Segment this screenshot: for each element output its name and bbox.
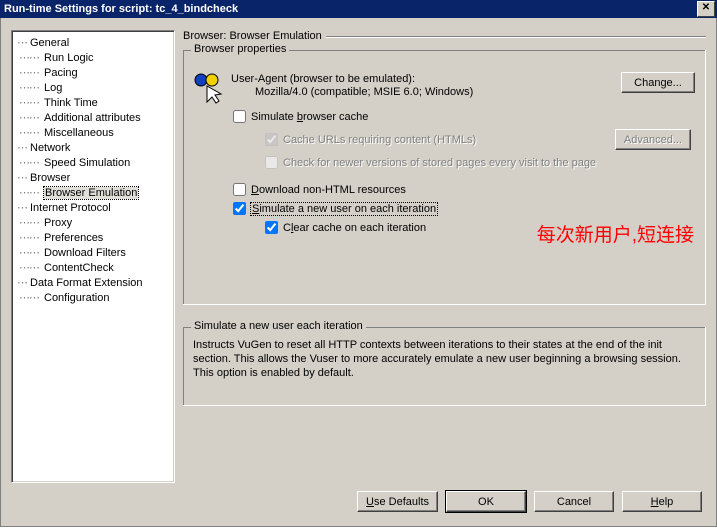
simulate-browser-cache-checkbox[interactable] bbox=[233, 110, 246, 123]
clear-cache-label[interactable]: Clear cache on each iteration bbox=[283, 222, 426, 234]
change-button[interactable]: Change... bbox=[621, 72, 695, 93]
cache-urls-label: Cache URLs requiring content (HTMLs) bbox=[283, 134, 476, 146]
use-defaults-button[interactable]: Use Defaults bbox=[357, 491, 438, 512]
browser-properties-group: Browser properties User-Agent (browser t… bbox=[183, 50, 706, 305]
info-body: Instructs VuGen to reset all HTTP contex… bbox=[193, 339, 695, 380]
click-cursor-icon bbox=[193, 72, 225, 104]
tree-browser[interactable]: ⋯Browser bbox=[14, 170, 172, 185]
clear-cache-checkbox[interactable] bbox=[265, 221, 278, 234]
titlebar: Run-time Settings for script: tc_4_bindc… bbox=[0, 0, 717, 18]
tree-run-logic[interactable]: ⋯⋯Run Logic bbox=[14, 50, 172, 65]
check-newer-label: Check for newer versions of stored pages… bbox=[283, 157, 596, 169]
tree-preferences[interactable]: ⋯⋯Preferences bbox=[14, 230, 172, 245]
tree-internet-protocol[interactable]: ⋯Internet Protocol bbox=[14, 200, 172, 215]
info-title: Simulate a new user each iteration bbox=[191, 320, 366, 332]
tree-browser-emulation[interactable]: ⋯⋯Browser Emulation bbox=[14, 185, 172, 200]
cancel-button[interactable]: Cancel bbox=[534, 491, 614, 512]
tree-proxy[interactable]: ⋯⋯Proxy bbox=[14, 215, 172, 230]
tree-additional-attributes[interactable]: ⋯⋯Additional attributes bbox=[14, 110, 172, 125]
help-button[interactable]: Help bbox=[622, 491, 702, 512]
nav-tree[interactable]: ⋯General ⋯⋯Run Logic ⋯⋯Pacing ⋯⋯Log ⋯⋯Th… bbox=[11, 30, 175, 483]
user-agent-value: Mozilla/4.0 (compatible; MSIE 6.0; Windo… bbox=[231, 86, 621, 98]
tree-log[interactable]: ⋯⋯Log bbox=[14, 80, 172, 95]
tree-configuration[interactable]: ⋯⋯Configuration bbox=[14, 290, 172, 305]
page-header: Browser: Browser Emulation bbox=[183, 30, 322, 42]
tree-think-time[interactable]: ⋯⋯Think Time bbox=[14, 95, 172, 110]
ok-button[interactable]: OK bbox=[446, 491, 526, 512]
dialog-body: ⋯General ⋯⋯Run Logic ⋯⋯Pacing ⋯⋯Log ⋯⋯Th… bbox=[0, 18, 717, 527]
cache-urls-checkbox bbox=[265, 133, 278, 146]
advanced-button: Advanced... bbox=[615, 129, 691, 150]
tree-pacing[interactable]: ⋯⋯Pacing bbox=[14, 65, 172, 80]
tree-data-format-extension[interactable]: ⋯Data Format Extension bbox=[14, 275, 172, 290]
download-non-html-label[interactable]: Download non-HTML resources bbox=[251, 184, 406, 196]
tree-download-filters[interactable]: ⋯⋯Download Filters bbox=[14, 245, 172, 260]
right-panel: Browser: Browser Emulation Browser prope… bbox=[183, 30, 706, 483]
button-bar: Use Defaults OK Cancel Help bbox=[1, 483, 716, 526]
tree-miscellaneous[interactable]: ⋯⋯Miscellaneous bbox=[14, 125, 172, 140]
simulate-new-user-checkbox[interactable] bbox=[233, 202, 246, 215]
group-title: Browser properties bbox=[191, 43, 289, 55]
simulate-browser-cache-label[interactable]: Simulate browser cache bbox=[251, 111, 368, 123]
close-button[interactable]: ✕ bbox=[697, 1, 715, 17]
user-agent-label: User-Agent (browser to be emulated): bbox=[231, 73, 621, 85]
tree-contentcheck[interactable]: ⋯⋯ContentCheck bbox=[14, 260, 172, 275]
window-title: Run-time Settings for script: tc_4_bindc… bbox=[4, 0, 238, 18]
tree-speed-simulation[interactable]: ⋯⋯Speed Simulation bbox=[14, 155, 172, 170]
tree-network[interactable]: ⋯Network bbox=[14, 140, 172, 155]
download-non-html-checkbox[interactable] bbox=[233, 183, 246, 196]
info-box: Simulate a new user each iteration Instr… bbox=[183, 327, 706, 406]
simulate-new-user-label[interactable]: Simulate a new user on each iteration bbox=[251, 203, 437, 215]
check-newer-checkbox bbox=[265, 156, 278, 169]
tree-general[interactable]: ⋯General bbox=[14, 35, 172, 50]
red-annotation: 每次新用户,短连接 bbox=[537, 220, 694, 247]
